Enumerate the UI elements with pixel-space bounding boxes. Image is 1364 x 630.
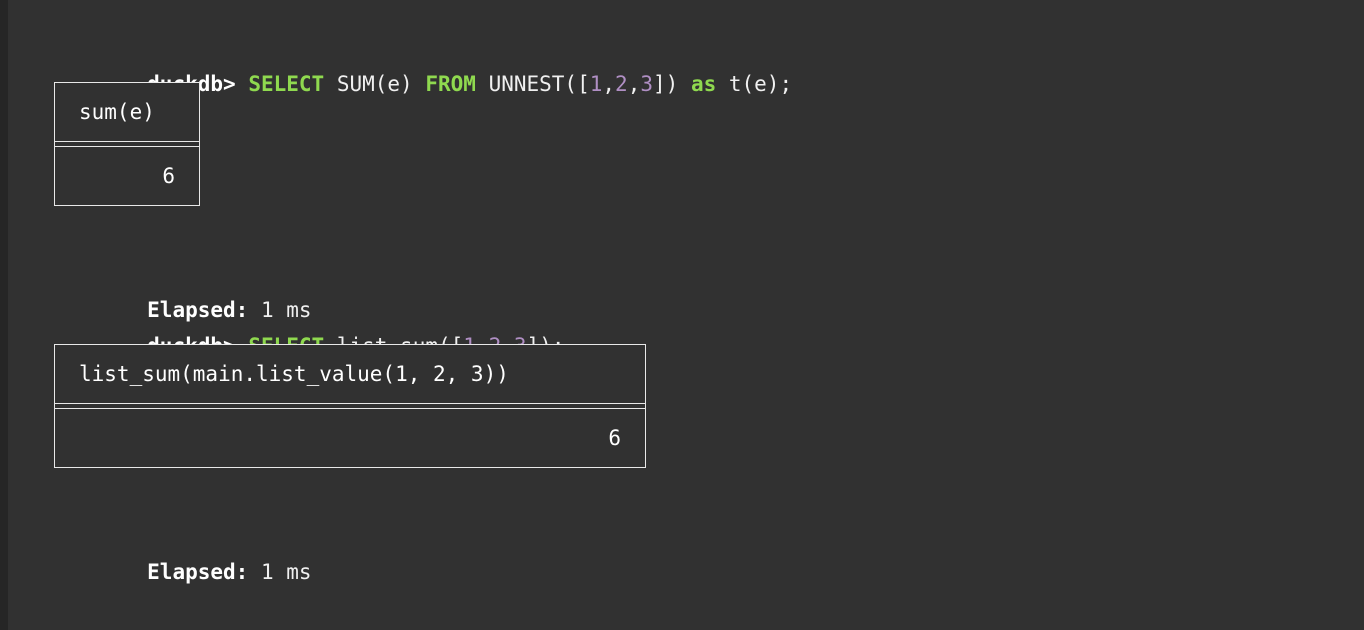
- result-cell-value: 6: [162, 164, 175, 188]
- terminal-window[interactable]: duckdb> SELECT SUM(e) FROM UNNEST([1,2,3…: [0, 0, 1364, 630]
- query-token-keyword: FROM: [425, 72, 476, 96]
- result-table: sum(e) 6: [54, 82, 200, 206]
- query-token-plain: [236, 72, 249, 96]
- elapsed-line: Elapsed: 1 ms: [46, 518, 312, 626]
- query-token-keyword: as: [690, 72, 717, 96]
- terminal-left-gutter: [0, 0, 8, 630]
- query-token-plain: UNNEST([: [475, 72, 590, 96]
- query-token-plain: ]): [653, 72, 691, 96]
- query-text-1[interactable]: SELECT SUM(e) FROM UNNEST([1,2,3]) as t(…: [236, 72, 792, 96]
- query-token-plain: t(e);: [716, 72, 793, 96]
- command-line[interactable]: duckdb> SELECT SUM(e) FROM UNNEST([1,2,3…: [46, 30, 1364, 138]
- elapsed-label: Elapsed:: [147, 560, 249, 584]
- terminal-output-area[interactable]: duckdb> SELECT SUM(e) FROM UNNEST([1,2,3…: [46, 0, 1364, 630]
- query-token-keyword: SELECT: [248, 72, 325, 96]
- query-token-number: 2: [615, 72, 628, 96]
- result-column-header: list_sum(main.list_value(1, 2, 3)): [79, 362, 509, 386]
- query-token-number: 1: [589, 72, 603, 96]
- result-table: list_sum(main.list_value(1, 2, 3)) 6: [54, 344, 646, 468]
- query-token-plain: SUM(e): [324, 72, 426, 96]
- query-token-plain: ,: [602, 72, 616, 96]
- query-token-plain: ,: [627, 72, 641, 96]
- result-column-header: sum(e): [79, 100, 155, 124]
- command-block: duckdb> SELECT list_sum([1,2,3]); list_s…: [46, 292, 1364, 584]
- elapsed-value: 1 ms: [260, 560, 312, 584]
- command-block: duckdb> SELECT SUM(e) FROM UNNEST([1,2,3…: [46, 30, 1364, 322]
- query-token-number: 3: [640, 72, 653, 96]
- result-cell-value: 6: [608, 426, 621, 450]
